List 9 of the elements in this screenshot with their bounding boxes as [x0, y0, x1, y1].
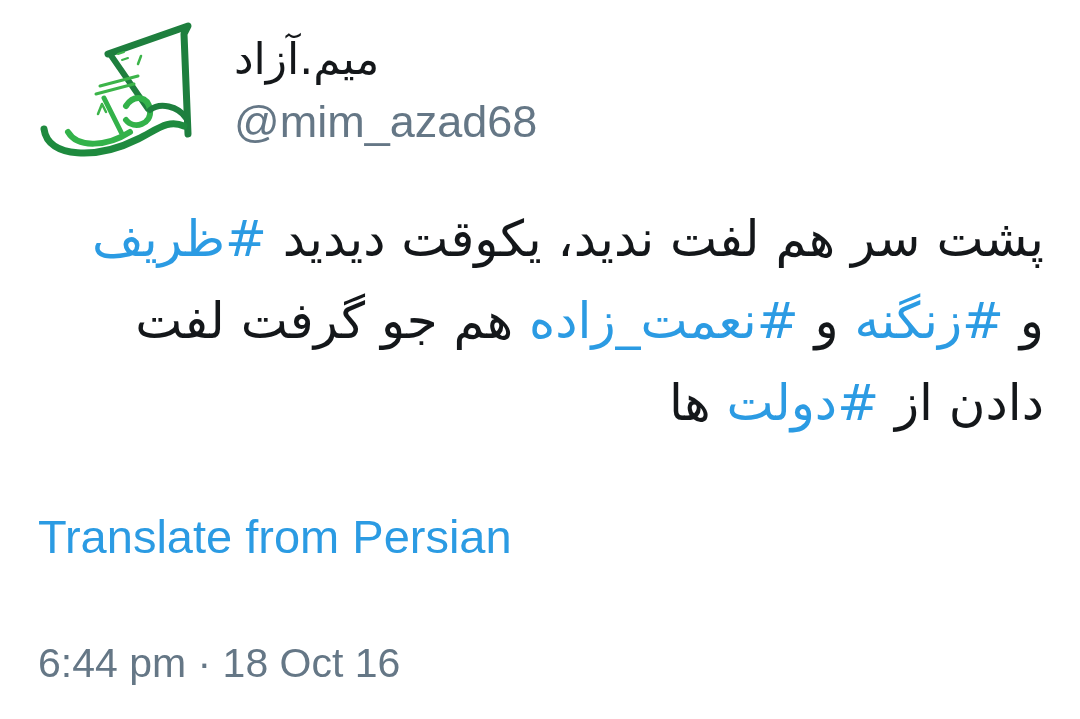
- author-handle: @mim_azad68: [234, 96, 538, 148]
- hashtag-link[interactable]: #ظریف: [92, 210, 267, 268]
- hashtag-link[interactable]: #دولت: [726, 374, 880, 432]
- hashtag-link[interactable]: #زنگنه: [854, 292, 1004, 350]
- author-name: میم.آزاد: [234, 32, 380, 86]
- tweet-timestamp: 6:44 pm · 18 Oct 16: [38, 639, 401, 688]
- tweet-text: پشت سر هم لفت ندید، یکوقت دیدید #ظریف و #زنگنه و #نعمت_زاده هم جو گرفت لفت دادن از #دولت ها: [91, 209, 1044, 435]
- hashtag-link[interactable]: #نعمت_زاده: [529, 292, 799, 350]
- translate-link[interactable]: Translate from Persian: [38, 510, 512, 564]
